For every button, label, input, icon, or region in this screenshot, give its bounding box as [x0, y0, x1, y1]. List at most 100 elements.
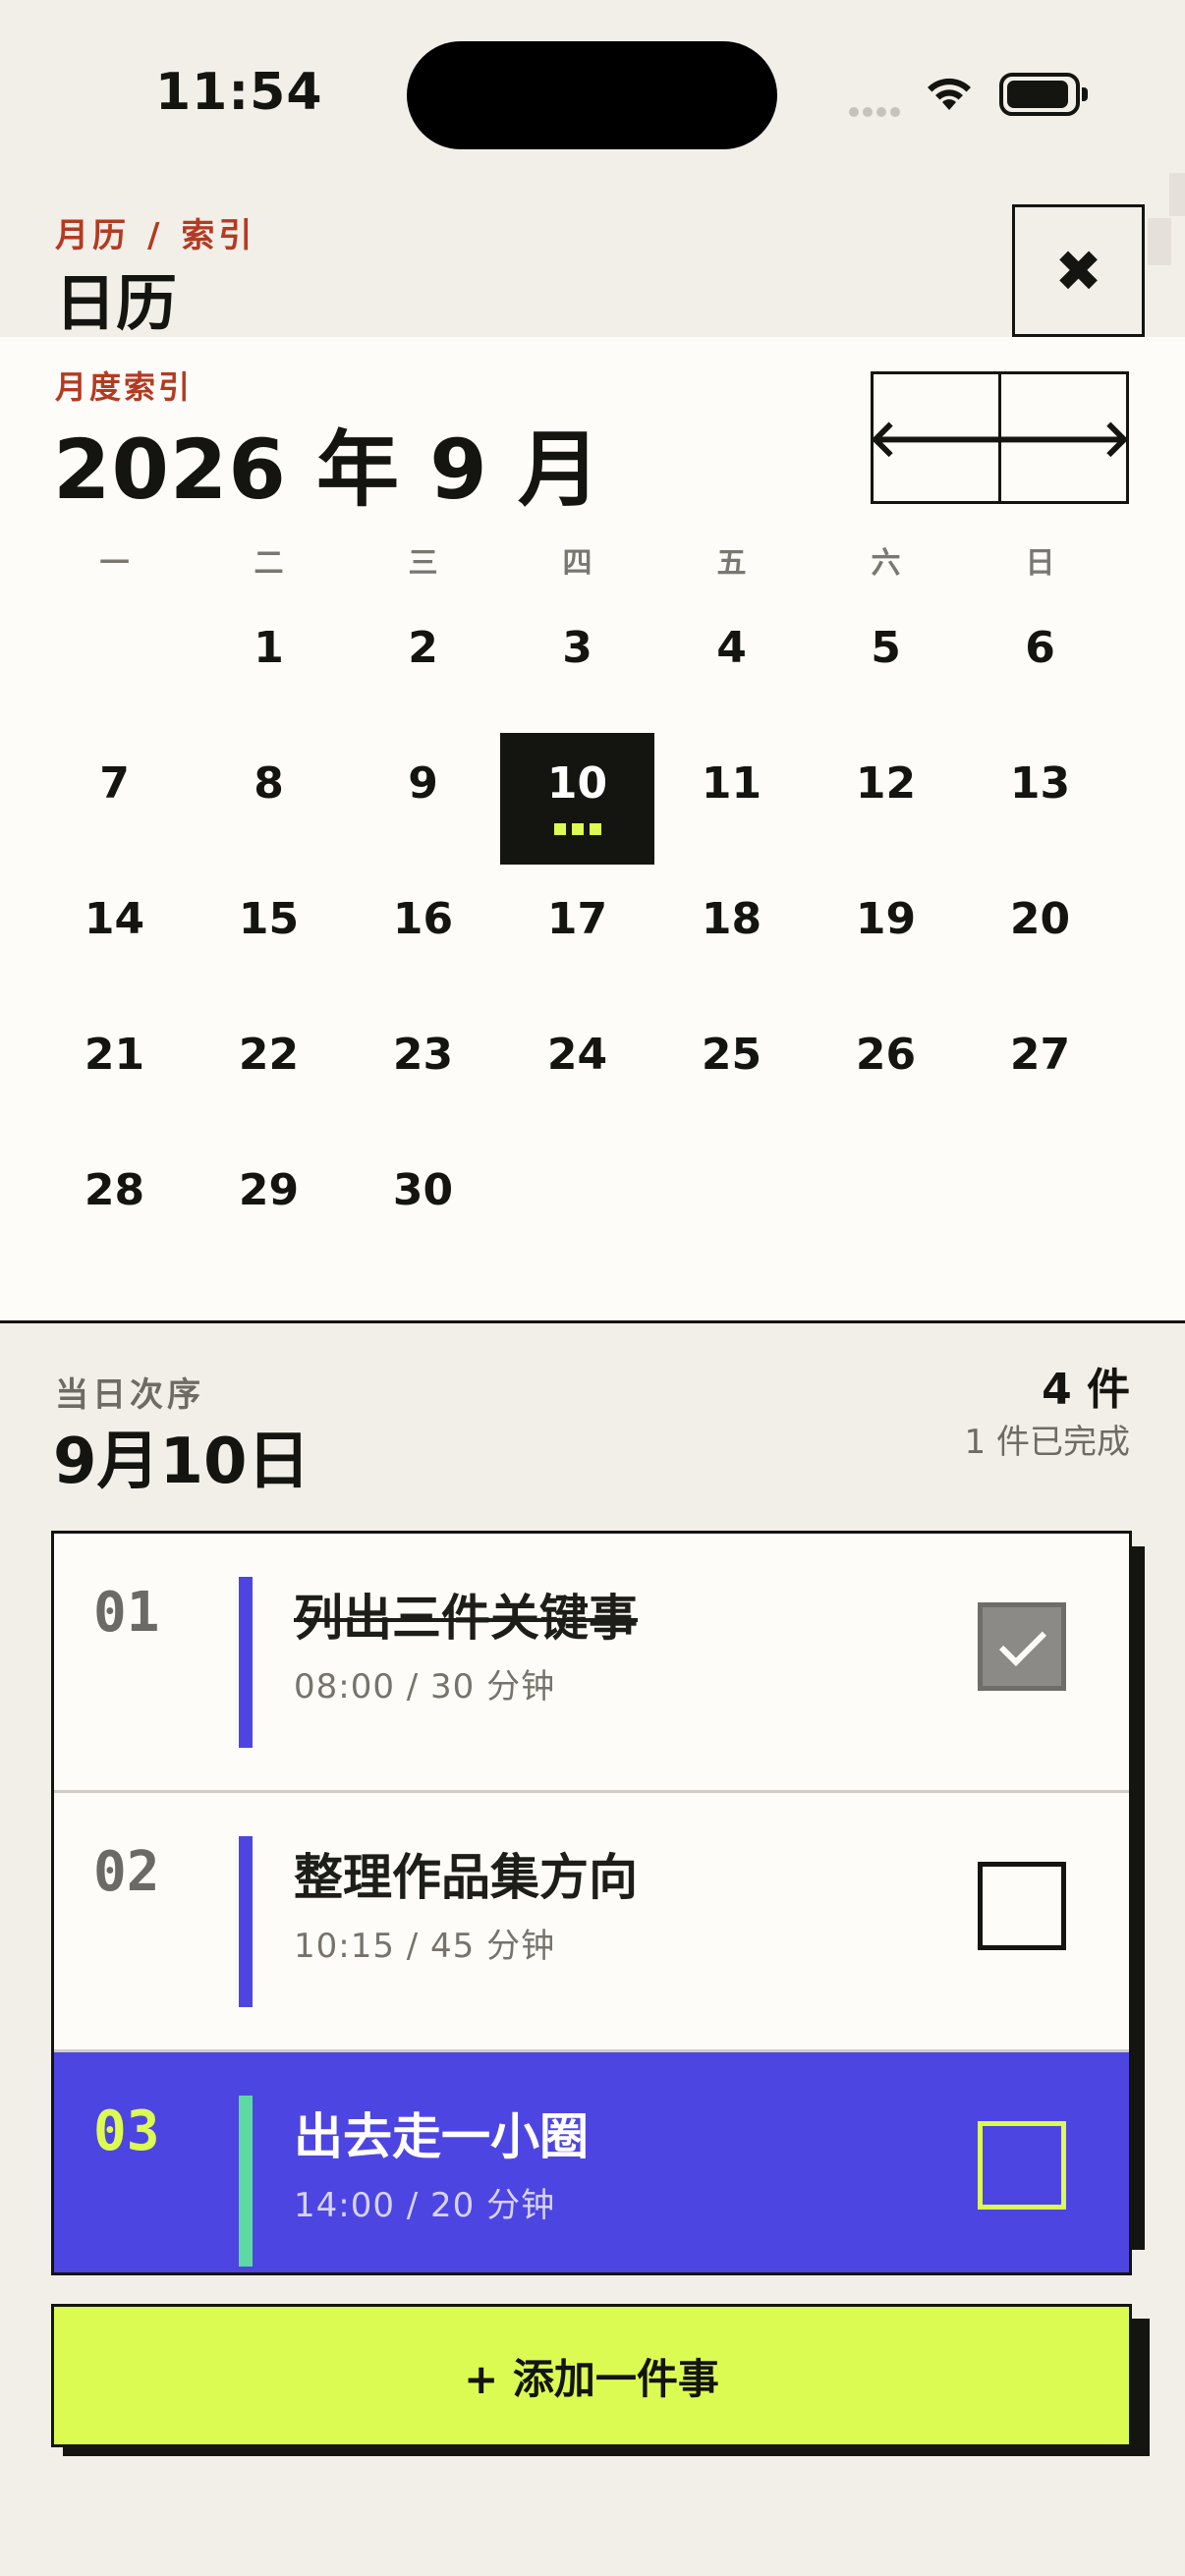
calendar-day-16[interactable]: 16	[346, 868, 500, 1004]
day-number: 11	[701, 758, 762, 809]
day-number: 13	[1009, 758, 1071, 809]
calendar-day-13[interactable]: 13	[963, 733, 1117, 868]
wifi-icon	[928, 78, 971, 110]
day-number: 2	[408, 623, 438, 673]
weekday-header: 一二三四五六日	[37, 538, 1138, 582]
breadcrumb: 月历 / 索引	[55, 208, 255, 256]
task-title: 出去走一小圈	[294, 2108, 589, 2165]
next-month-button[interactable]: 🡒	[994, 371, 1133, 504]
breadcrumb-item-index: 索引	[181, 216, 256, 255]
day-number: 8	[254, 758, 284, 809]
day-kicker: 当日次序	[55, 1375, 204, 1415]
status-time: 11:54	[155, 63, 323, 122]
task-row[interactable]: 01 列出三件关键事 08:00 / 30 分钟	[54, 1534, 1129, 1793]
day-title: 9月10日	[53, 1426, 310, 1498]
calendar-day-14[interactable]: 14	[37, 868, 192, 1004]
calendar-grid: 1 2 3 4 5 6 7 8 9 10 11 12 13 14 15 16 17 18 19 20 21 22 23 24 2…	[37, 597, 1138, 1275]
calendar-day-5[interactable]: 5	[809, 597, 963, 733]
arrow-right-icon: 🡒	[994, 410, 1133, 469]
close-button[interactable]: ✖	[1012, 204, 1145, 337]
calendar-day-11[interactable]: 11	[654, 733, 809, 868]
calendar-panel: 月度索引 2026 年 9 月 🡐 🡒 一二三四五六日 1 2 3 4 5 6 7 8 9 10 1…	[0, 337, 1185, 1323]
calendar-day-7[interactable]: 7	[37, 733, 192, 868]
task-checkbox[interactable]	[978, 1862, 1066, 1950]
task-checkbox[interactable]	[978, 2121, 1066, 2210]
add-task-button[interactable]: + 添加一件事	[51, 2304, 1132, 2447]
task-title: 整理作品集方向	[294, 1849, 638, 1906]
calendar-day-25[interactable]: 25	[654, 1004, 809, 1140]
calendar-day-27[interactable]: 27	[963, 1004, 1117, 1140]
day-number: 27	[1009, 1030, 1071, 1080]
task-time-duration: 08:00 / 30 分钟	[294, 1667, 556, 1707]
day-number: 7	[99, 758, 130, 809]
calendar-day-6[interactable]: 6	[963, 597, 1117, 733]
weekday-label: 三	[408, 546, 438, 581]
day-number: 5	[871, 623, 901, 673]
task-color-bar	[239, 1577, 253, 1748]
calendar-day-15[interactable]: 15	[192, 868, 346, 1004]
cellular-signal-icon	[849, 102, 904, 121]
calendar-day-1[interactable]: 1	[192, 597, 346, 733]
calendar-day-26[interactable]: 26	[809, 1004, 963, 1140]
task-time-duration: 10:15 / 45 分钟	[294, 1927, 556, 1966]
page-title: 日历	[55, 267, 178, 339]
calendar-day-20[interactable]: 20	[963, 868, 1117, 1004]
calendar-day-18[interactable]: 18	[654, 868, 809, 1004]
breadcrumb-item-month[interactable]: 月历	[55, 216, 130, 255]
task-title: 列出三件关键事	[294, 1590, 638, 1647]
day-number: 9	[408, 758, 438, 809]
day-number: 25	[701, 1030, 762, 1080]
calendar-day-28[interactable]: 28	[37, 1140, 192, 1275]
day-number: 6	[1025, 623, 1055, 673]
calendar-day-29[interactable]: 29	[192, 1140, 346, 1275]
calendar-day-10[interactable]: 10	[500, 733, 654, 865]
weekday-label: 日	[1025, 546, 1055, 581]
day-number: 28	[84, 1165, 145, 1215]
calendar-day-23[interactable]: 23	[346, 1004, 500, 1140]
arrow-left-icon: 🡐	[867, 410, 1005, 469]
day-number: 1	[254, 623, 284, 673]
prev-month-button[interactable]: 🡐	[867, 371, 1005, 504]
calendar-day-30[interactable]: 30	[346, 1140, 500, 1275]
day-number: 20	[1009, 894, 1071, 944]
decorative-block	[1148, 218, 1171, 265]
calendar-blank	[37, 597, 192, 733]
task-checkbox-checked[interactable]	[978, 1602, 1066, 1691]
weekday-label: 四	[562, 546, 592, 581]
day-number: 23	[392, 1030, 454, 1080]
day-number: 29	[238, 1165, 300, 1215]
calendar-day-9[interactable]: 9	[346, 733, 500, 868]
calendar-day-21[interactable]: 21	[37, 1004, 192, 1140]
calendar-day-22[interactable]: 22	[192, 1004, 346, 1140]
battery-icon	[999, 73, 1088, 116]
day-number: 24	[546, 1030, 608, 1080]
calendar-day-19[interactable]: 19	[809, 868, 963, 1004]
weekday-label: 二	[254, 546, 284, 581]
calendar-day-17[interactable]: 17	[500, 868, 654, 1004]
task-row[interactable]: 03 出去走一小圈 14:00 / 20 分钟	[54, 2052, 1129, 2272]
calendar-day-12[interactable]: 12	[809, 733, 963, 868]
day-number: 21	[84, 1030, 145, 1080]
dynamic-island	[407, 41, 777, 149]
month-kicker: 月度索引	[55, 368, 194, 406]
calendar-day-8[interactable]: 8	[192, 733, 346, 868]
day-number: 10	[546, 758, 608, 809]
day-number: 30	[392, 1165, 454, 1215]
day-number: 22	[238, 1030, 300, 1080]
task-row[interactable]: 02 整理作品集方向 10:15 / 45 分钟	[54, 1793, 1129, 2052]
calendar-day-24[interactable]: 24	[500, 1004, 654, 1140]
weekday-label: 六	[871, 546, 901, 581]
calendar-day-2[interactable]: 2	[346, 597, 500, 733]
task-count: 4 件	[1042, 1365, 1130, 1415]
day-number: 3	[562, 623, 592, 673]
task-color-bar	[239, 2096, 253, 2267]
calendar-day-4[interactable]: 4	[654, 597, 809, 733]
task-number: 03	[93, 2100, 160, 2163]
task-number: 01	[93, 1581, 160, 1645]
day-number: 14	[84, 894, 145, 944]
calendar-day-3[interactable]: 3	[500, 597, 654, 733]
breadcrumb-separator: /	[147, 216, 164, 255]
day-number: 15	[238, 894, 300, 944]
event-dots-indicator	[554, 823, 601, 835]
day-number: 4	[716, 623, 747, 673]
